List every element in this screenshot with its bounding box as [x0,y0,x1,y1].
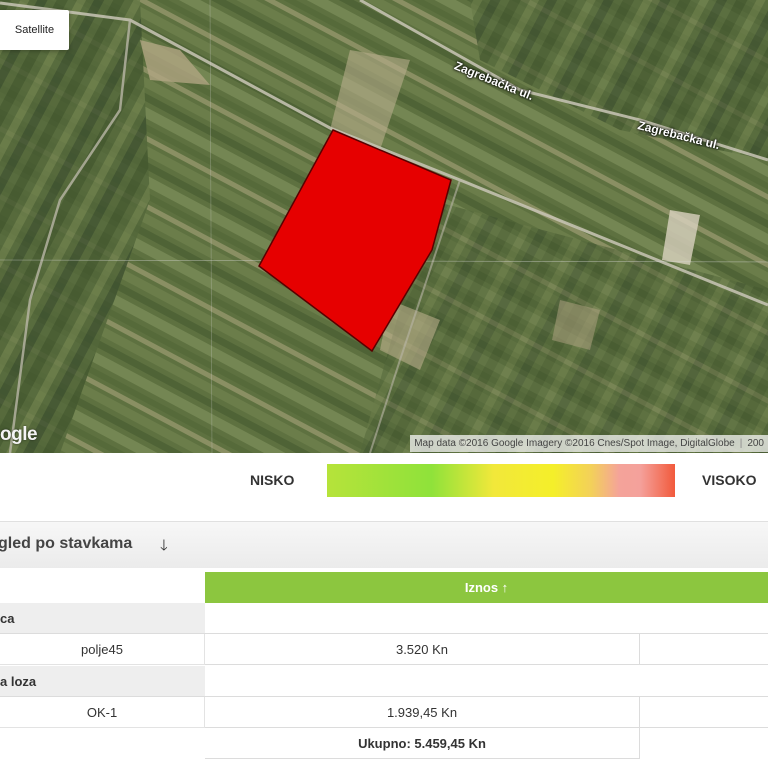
group-name: ca [0,603,205,634]
item-extra-cell [640,697,768,728]
legend-gradient-bar [327,464,675,497]
legend-low-label: NISKO [250,472,295,488]
table-header-row: Iznos ↑ [0,572,768,603]
attribution-extra[interactable]: 200 [747,438,764,449]
header-label-cell [0,572,205,603]
map-attribution[interactable]: Map data ©2016 Google Imagery ©2016 Cnes… [410,435,768,452]
total-amount: Ukupno: 5.459,45 Kn [205,728,640,759]
table-row: polje45 3.520 Kn [0,634,768,665]
table-group-row: a loza [0,666,768,697]
table-row: OK-1 1.939,45 Kn [0,697,768,728]
sort-down-icon[interactable]: 🡓 [160,535,168,560]
item-label: OK-1 [0,697,205,728]
group-empty-cell [205,603,768,634]
total-label-cell [0,728,205,759]
map-type-satellite-button[interactable]: Satellite [0,10,69,50]
item-extra-cell [640,634,768,665]
section-header[interactable]: gled po stavkama 🡓 [0,521,768,568]
attribution-separator: | [739,438,743,449]
table-group-row: ca [0,603,768,634]
attribution-text: Map data ©2016 Google Imagery ©2016 Cnes… [414,438,735,449]
item-label: polje45 [0,634,205,665]
legend-high-label: VISOKO [702,472,757,488]
group-empty-cell [205,666,768,697]
google-logo: ogle [0,424,38,445]
group-name: a loza [0,666,205,697]
satellite-map[interactable]: Zagrebačka ul. Zagrebačka ul. Satellite … [0,0,768,453]
section-title: gled po stavkama [0,535,133,552]
table-total-row: Ukupno: 5.459,45 Kn [0,728,768,759]
satellite-imagery [0,0,768,453]
value-legend: NISKO VISOKO [0,453,768,515]
amount-column-header[interactable]: Iznos ↑ [205,572,768,603]
item-amount: 1.939,45 Kn [205,697,640,728]
item-amount: 3.520 Kn [205,634,640,665]
